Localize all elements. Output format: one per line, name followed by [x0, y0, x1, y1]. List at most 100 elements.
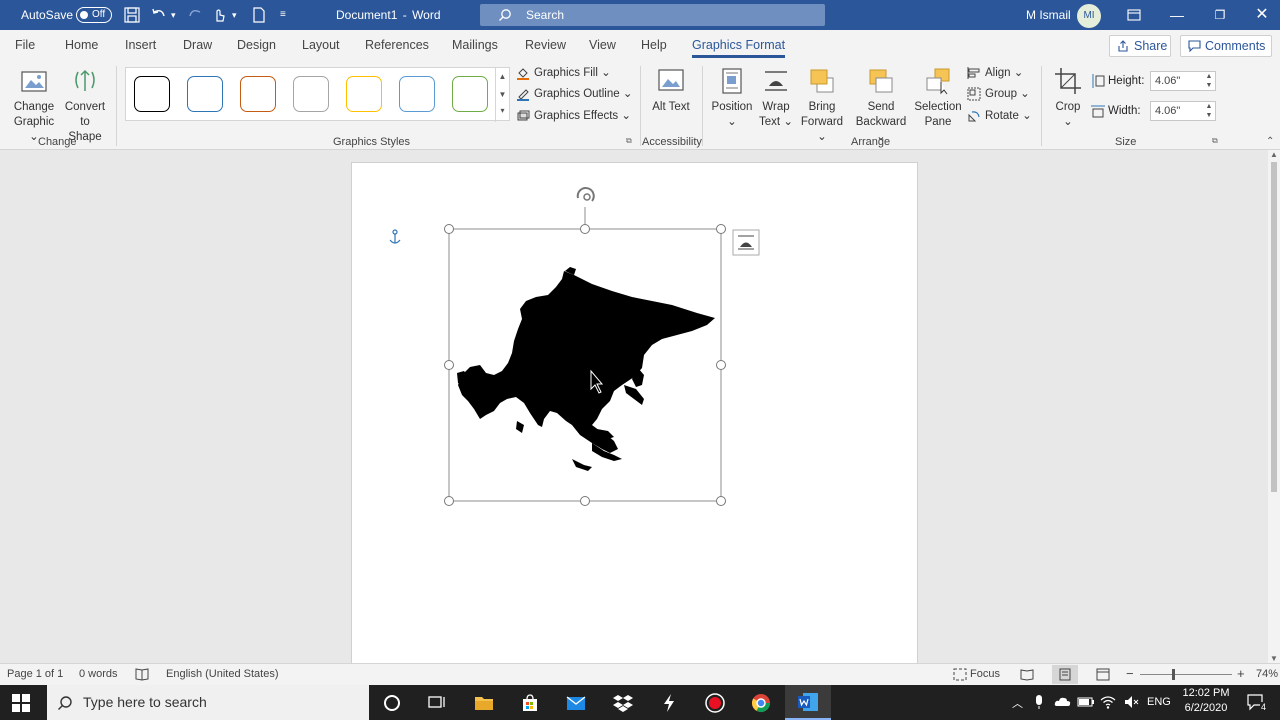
show-hidden-icons-icon[interactable]: ︿ — [1012, 695, 1023, 711]
gallery-down-icon[interactable]: ▼ — [496, 86, 509, 104]
taskbar-search[interactable]: Type here to search — [47, 685, 369, 720]
selection-pane-button[interactable]: Selection Pane — [912, 66, 964, 130]
position-button[interactable]: Position ⌄ — [709, 66, 755, 130]
tab-draw[interactable]: Draw — [183, 38, 212, 52]
gallery-scroll[interactable]: ▲ ▼ ▾ — [495, 68, 509, 122]
new-document-icon[interactable] — [250, 6, 268, 24]
avatar[interactable]: MI — [1077, 4, 1101, 28]
zoom-level[interactable]: 74% — [1256, 668, 1278, 680]
align-button[interactable]: Align ⌄ — [967, 63, 1023, 83]
gallery-up-icon[interactable]: ▲ — [496, 68, 509, 86]
undo-icon[interactable] — [150, 6, 168, 24]
wifi-icon[interactable] — [1100, 694, 1116, 710]
scroll-down-icon[interactable]: ▼ — [1270, 654, 1278, 663]
redo-icon[interactable] — [186, 6, 204, 24]
change-graphic-button[interactable]: Change Graphic ⌄ — [8, 66, 60, 145]
tab-design[interactable]: Design — [237, 38, 276, 52]
resize-handle[interactable] — [716, 224, 726, 234]
graphics-outline-button[interactable]: Graphics Outline ⌄ — [516, 84, 633, 104]
close-button[interactable]: ✕ — [1240, 0, 1280, 30]
style-swatch[interactable] — [293, 76, 329, 112]
input-language[interactable]: ENG — [1147, 696, 1171, 708]
graphics-fill-button[interactable]: Graphics Fill ⌄ — [516, 63, 611, 83]
tab-graphics-format[interactable]: Graphics Format — [692, 38, 786, 58]
group-button[interactable]: Group ⌄ — [967, 84, 1030, 104]
focus-button[interactable]: Focus — [970, 668, 1000, 680]
word-taskbar-button[interactable] — [785, 685, 831, 720]
resize-handle[interactable] — [444, 224, 454, 234]
minimize-button[interactable]: — — [1155, 0, 1199, 30]
user-name[interactable]: M Ismail — [1026, 0, 1071, 30]
zoom-out-button[interactable]: − — [1126, 666, 1134, 681]
style-swatch[interactable] — [240, 76, 276, 112]
style-swatch[interactable] — [399, 76, 435, 112]
comments-button[interactable]: Comments — [1180, 35, 1272, 57]
tab-insert[interactable]: Insert — [125, 38, 156, 52]
file-explorer-icon[interactable] — [473, 692, 495, 714]
resize-handle[interactable] — [716, 360, 726, 370]
mail-icon[interactable] — [565, 692, 587, 714]
dropbox-icon[interactable] — [612, 692, 634, 714]
style-swatch[interactable] — [452, 76, 488, 112]
customize-toolbar-icon[interactable]: ≡ — [280, 0, 286, 30]
scroll-up-icon[interactable]: ▲ — [1270, 150, 1278, 159]
tab-references[interactable]: References — [365, 38, 429, 52]
dialog-launcher-icon[interactable]: ⧉ — [626, 136, 632, 146]
word-count[interactable]: 0 words — [79, 668, 118, 680]
resize-handle[interactable] — [444, 360, 454, 370]
resize-handle[interactable] — [580, 224, 590, 234]
dialog-launcher-icon[interactable]: ⧉ — [1212, 136, 1218, 146]
graphics-effects-button[interactable]: Graphics Effects ⌄ — [516, 106, 631, 126]
microphone-icon[interactable] — [1031, 694, 1047, 710]
width-stepper[interactable]: ▲ ▼ — [1203, 102, 1215, 120]
volume-icon[interactable] — [1123, 694, 1139, 710]
chrome-icon[interactable] — [750, 692, 772, 714]
style-swatch[interactable] — [187, 76, 223, 112]
vertical-scrollbar[interactable]: ▲ ▼ — [1268, 150, 1280, 663]
height-stepper[interactable]: ▲ ▼ — [1203, 72, 1215, 90]
autosave-toggle[interactable]: Off — [76, 7, 112, 23]
tab-home[interactable]: Home — [65, 38, 98, 52]
touch-dropdown-icon[interactable]: ▾ — [232, 0, 237, 30]
tab-view[interactable]: View — [589, 38, 616, 52]
cortana-icon[interactable] — [381, 692, 403, 714]
rotate-button[interactable]: Rotate ⌄ — [967, 106, 1032, 126]
layout-options-icon[interactable] — [732, 229, 760, 256]
tab-review[interactable]: Review — [525, 38, 566, 52]
read-mode-icon[interactable] — [1020, 668, 1034, 681]
resize-handle[interactable] — [444, 496, 454, 506]
selected-graphic[interactable] — [352, 163, 919, 663]
zoom-in-button[interactable]: + — [1237, 666, 1245, 681]
style-swatch[interactable] — [134, 76, 170, 112]
zoom-slider-thumb[interactable] — [1172, 669, 1175, 680]
collapse-ribbon-icon[interactable]: ⌃ — [1266, 136, 1274, 147]
restore-button[interactable]: ❐ — [1198, 0, 1242, 30]
wrap-text-button[interactable]: Wrap Text ⌄ — [756, 66, 796, 130]
scrollbar-thumb[interactable] — [1271, 162, 1277, 492]
style-swatch[interactable] — [346, 76, 382, 112]
crop-button[interactable]: Crop ⌄ — [1050, 66, 1086, 130]
tab-help[interactable]: Help — [641, 38, 667, 52]
language[interactable]: English (United States) — [166, 668, 279, 680]
share-button[interactable]: Share — [1109, 35, 1171, 57]
clock[interactable]: 12:02 PM 6/2/2020 — [1180, 687, 1232, 714]
undo-dropdown-icon[interactable]: ▾ — [171, 0, 176, 30]
store-icon[interactable] — [519, 692, 541, 714]
windows-start-icon[interactable] — [12, 694, 30, 712]
page-count[interactable]: Page 1 of 1 — [7, 668, 63, 680]
print-layout-button[interactable] — [1052, 665, 1078, 684]
gallery-more-icon[interactable]: ▾ — [496, 104, 509, 120]
tab-layout[interactable]: Layout — [302, 38, 340, 52]
bring-forward-button[interactable]: Bring Forward ⌄ — [796, 66, 848, 145]
battery-icon[interactable] — [1077, 695, 1095, 709]
convert-to-shape-button[interactable]: Convert to Shape — [62, 66, 108, 145]
search-box[interactable]: Search — [480, 4, 825, 26]
recorder-icon[interactable] — [704, 692, 726, 714]
onedrive-icon[interactable] — [1054, 694, 1072, 710]
flash-app-icon[interactable] — [658, 692, 680, 714]
width-input[interactable]: 4.06" ▲ ▼ — [1150, 101, 1216, 121]
height-input[interactable]: 4.06" ▲ ▼ — [1150, 71, 1216, 91]
alt-text-button[interactable]: Alt Text — [650, 66, 692, 115]
zoom-slider[interactable] — [1140, 674, 1232, 675]
document-page[interactable] — [351, 162, 918, 663]
